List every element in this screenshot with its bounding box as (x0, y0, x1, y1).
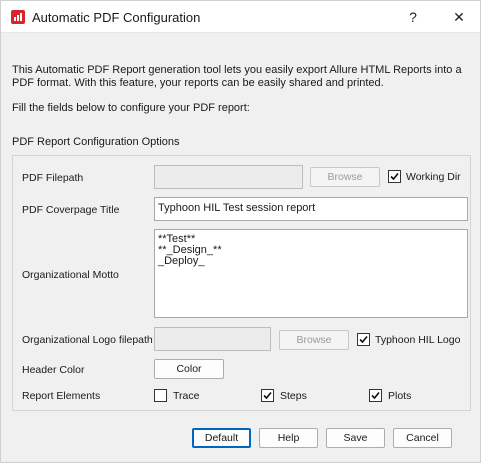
default-button[interactable]: Default (192, 428, 251, 448)
plots-checkbox[interactable] (369, 389, 382, 402)
close-button[interactable]: ✕ (439, 1, 479, 33)
save-button[interactable]: Save (326, 428, 385, 448)
intro-description: This Automatic PDF Report generation too… (12, 64, 462, 89)
report-elements-label: Report Elements (22, 390, 101, 402)
logo-filepath-label: Organizational Logo filepath (22, 334, 153, 346)
working-dir-label: Working Dir (406, 171, 461, 183)
title-bar: Automatic PDF Configuration ? ✕ (1, 1, 480, 33)
color-button[interactable]: Color (154, 359, 224, 379)
coverpage-title-label: PDF Coverpage Title (22, 204, 120, 216)
config-group-box: PDF Filepath Browse Working Dir PDF Cove… (12, 155, 471, 411)
intro-instruction: Fill the fields below to configure your … (12, 102, 250, 114)
help-button[interactable]: Help (259, 428, 318, 448)
motto-textarea[interactable]: **Test** **_Design_** _Deploy_ (154, 229, 468, 318)
header-color-label: Header Color (22, 364, 85, 376)
check-icon (263, 391, 272, 400)
help-title-button[interactable]: ? (393, 1, 433, 33)
pdf-browse-button[interactable]: Browse (310, 167, 380, 187)
app-chart-icon (11, 10, 25, 24)
check-icon (390, 172, 399, 181)
typhoon-logo-label: Typhoon HIL Logo (375, 334, 461, 346)
check-icon (359, 335, 368, 344)
help-icon: ? (409, 9, 417, 25)
check-icon (371, 391, 380, 400)
dialog-window: Automatic PDF Configuration ? ✕ This Aut… (0, 0, 481, 463)
typhoon-logo-checkbox[interactable] (357, 333, 370, 346)
group-title: PDF Report Configuration Options (12, 136, 180, 148)
coverpage-title-input[interactable]: Typhoon HIL Test session report (154, 197, 468, 221)
logo-filepath-input[interactable] (154, 327, 271, 351)
steps-checkbox[interactable] (261, 389, 274, 402)
window-title: Automatic PDF Configuration (32, 10, 201, 25)
pdf-filepath-label: PDF Filepath (22, 172, 84, 184)
cancel-button[interactable]: Cancel (393, 428, 452, 448)
pdf-filepath-input[interactable] (154, 165, 303, 189)
plots-label: Plots (388, 390, 412, 402)
steps-label: Steps (280, 390, 307, 402)
motto-label: Organizational Motto (22, 269, 119, 281)
trace-checkbox[interactable] (154, 389, 167, 402)
close-icon: ✕ (453, 8, 465, 25)
working-dir-checkbox[interactable] (388, 170, 401, 183)
logo-browse-button[interactable]: Browse (279, 330, 349, 350)
trace-label: Trace (173, 390, 200, 402)
